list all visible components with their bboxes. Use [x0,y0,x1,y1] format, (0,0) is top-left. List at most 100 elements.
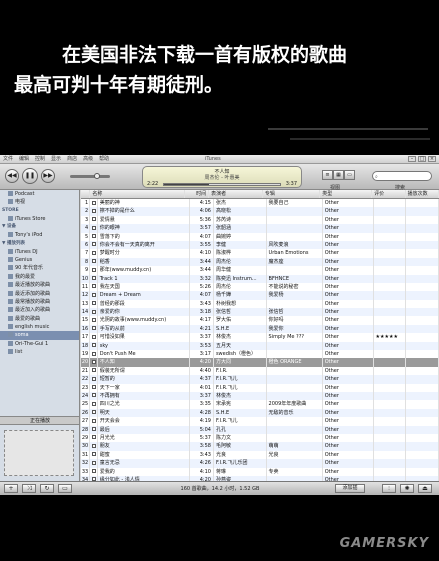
table-row[interactable]: 27 开天会会 4:19 F.I.R.飞儿 Other [81,417,439,426]
search-input[interactable]: ⌕ [372,171,432,181]
sidebar-item[interactable]: Ori-The-Gui 1 [0,340,79,348]
shuffle-icon[interactable]: ⤨ [22,484,36,493]
visualizer-icon[interactable]: ✺ [400,484,414,493]
table-row[interactable]: 26 明天 4:28 S.H.E 无敌的音乐 Other [81,408,439,418]
track-checkbox[interactable] [90,257,98,267]
table-row[interactable]: 7 梦醒时分 4:10 陈淑桦 Urban Emotions Other [81,249,439,258]
column-header[interactable]: 播放次数 [406,190,439,198]
sidebar-item[interactable]: iTunes Store [0,215,79,223]
track-checkbox[interactable] [90,207,98,216]
sidebar-item[interactable]: 电视 [0,198,79,206]
table-row[interactable]: 18 sky 3:53 五月天 Other [81,341,439,351]
sidebar-item[interactable]: 我的最爱 [0,273,79,281]
eject-icon[interactable]: ⏏ [418,484,432,493]
sidebar-item[interactable]: Podcast [0,190,79,198]
table-row[interactable]: 12 Dream + Dream 4:07 杨千嬅 我爱杨 Other [81,291,439,300]
track-checkbox[interactable] [90,341,98,351]
table-row[interactable]: 32 童言无忌 4:26 F.I.R.飞儿乐团 Other [81,459,439,468]
track-checkbox[interactable] [90,467,98,476]
track-checkbox[interactable] [90,316,98,325]
table-row[interactable]: 22 短暂的 4:37 F.I.R.飞儿 Other [81,375,439,384]
column-header[interactable]: 类型 [320,190,373,198]
track-checkbox[interactable] [90,350,98,359]
table-row[interactable]: 24 不再拥有 3:37 林俊杰 Other [81,391,439,401]
sidebar-item[interactable]: english music [0,323,79,331]
track-checkbox[interactable] [90,274,98,283]
track-checkbox[interactable] [90,215,98,225]
table-row[interactable]: 9 那年(www.muddy.cn) 3:44 周华健 Other [81,266,439,275]
volume-slider[interactable] [70,173,110,179]
column-header[interactable]: 名称 [90,190,185,198]
table-row[interactable]: 20 不人知 4:20 方大同 橙色 ORANGE Other [81,358,439,367]
track-checkbox[interactable] [90,308,98,317]
sidebar-item[interactable]: 最爱的歌曲 [0,315,79,323]
table-row[interactable]: 4 你的眼神 3:57 张韶涵 Other [81,224,439,233]
show-artwork-icon[interactable]: ▭ [58,484,72,493]
table-row[interactable]: 1 美丽的神 4:15 张杰 我要自己 Other [81,199,439,208]
column-header[interactable] [81,190,91,198]
track-checkbox[interactable] [90,299,98,309]
sidebar-item[interactable]: 最近加入的歌曲 [0,306,79,314]
sidebar-item[interactable]: 90 年代音乐 [0,264,79,272]
sidebar-item[interactable]: Genius [0,256,79,264]
sidebar-item[interactable]: Tony's iPod [0,231,79,239]
track-checkbox[interactable] [90,333,98,342]
table-row[interactable]: 16 手写的从前 4:21 S.H.E 我爱你 Other [81,324,439,334]
track-checkbox[interactable] [90,199,98,208]
sidebar-item[interactable]: list [0,348,79,356]
table-row[interactable]: 31 甜蜜 3:43 光良 光良 Other [81,450,439,460]
table-row[interactable]: 13 曾经的那段 3:43 朴树我想 Other [81,299,439,309]
track-checkbox[interactable] [90,266,98,275]
maximize-icon[interactable]: □ [418,156,426,162]
track-checkbox[interactable] [90,408,98,418]
radio-button[interactable]: 添加插 [335,484,365,493]
sidebar-item[interactable]: 最近播放的歌曲 [0,281,79,289]
menu-item[interactable]: 商店 [67,155,77,164]
menu-item[interactable]: 文件 [3,155,13,164]
table-row[interactable]: 19 Don't Push Me 3:17 swedish（橙色） Other [81,350,439,359]
track-checkbox[interactable] [90,324,98,334]
track-checkbox[interactable] [90,249,98,258]
column-header[interactable]: 时间 [185,190,210,198]
coverflow-icon[interactable]: ▭ [344,170,355,180]
pause-icon[interactable]: ❚❚ [22,168,38,184]
table-row[interactable]: 15 光阴的故事(www.muddy.cn) 4:17 罗大佑 你好吗 Other [81,316,439,325]
track-checkbox[interactable] [90,366,98,376]
track-checkbox[interactable] [90,375,98,384]
table-row[interactable]: 3 爱情悬 5:36 苏芮诗 Other [81,215,439,225]
column-header[interactable]: 表演者 [209,190,263,198]
table-row[interactable]: 8 稻香 3:44 周杰伦 魔杰座 Other [81,257,439,267]
table-row[interactable]: 33 爱我的 4:10 蒋琳 专卖 Other [81,467,439,476]
track-checkbox[interactable] [90,425,98,434]
table-row[interactable]: 2 擦不掉的是什么 4:06 高晓松 Other [81,207,439,216]
track-checkbox[interactable] [90,232,98,241]
track-checkbox[interactable] [90,358,98,367]
column-header[interactable]: 专辑 [263,190,321,198]
table-row[interactable]: 10 Track 1 3:32 陈奕迅 Instrum... BFHNCE Other [81,274,439,283]
sidebar-item[interactable]: 最近添加的歌曲 [0,290,79,298]
menu-item[interactable]: 编辑 [19,155,29,164]
track-checkbox[interactable] [90,400,98,409]
sidebar-item[interactable]: soma [0,331,79,340]
equalizer-icon[interactable]: ⫶ [382,484,396,493]
table-row[interactable]: 11 我在天国 5:26 周杰伦 不能说的秘密 Other [81,282,439,292]
volume-knob[interactable] [94,173,100,179]
progress-bar[interactable] [163,183,281,186]
table-row[interactable]: 30 朋友 3:58 毛阿敏 萌萌 Other [81,442,439,451]
track-checkbox[interactable] [90,417,98,426]
sidebar-item[interactable]: iTunes DJ [0,248,79,256]
repeat-icon[interactable]: ↻ [40,484,54,493]
table-row[interactable]: 21 假装无所谓 4:40 F.I.R. Other [81,366,439,376]
menu-item[interactable]: 高级 [83,155,93,164]
list-view-icon[interactable]: ≡ [322,170,333,180]
sidebar-item[interactable]: 最常播放的歌曲 [0,298,79,306]
track-checkbox[interactable] [90,291,98,300]
table-row[interactable]: 23 天下一家 4:01 F.I.R.飞儿 Other [81,383,439,392]
menu-item[interactable]: 显示 [51,155,61,164]
track-checkbox[interactable] [90,442,98,451]
track-checkbox[interactable] [90,224,98,233]
menu-item[interactable]: 控制 [35,155,45,164]
table-row[interactable]: 25 四川之光 3:35 宋承宪 2009年年度歌曲 Other [81,400,439,409]
track-checkbox[interactable] [90,383,98,392]
table-row[interactable]: 5 雪落下的 4:07 曲婉婷 Other [81,232,439,241]
